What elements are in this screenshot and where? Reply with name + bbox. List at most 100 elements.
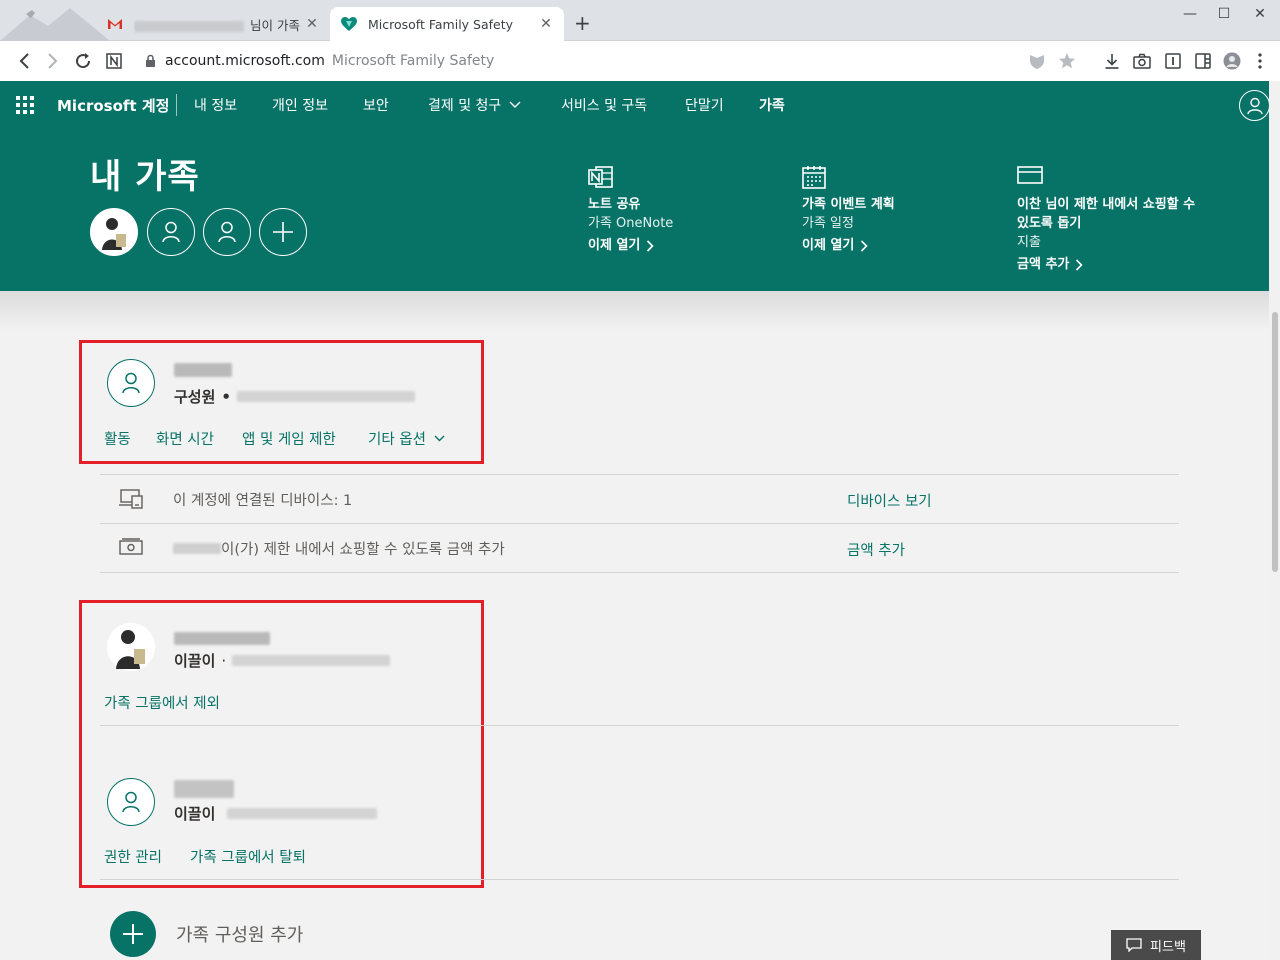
device-icon	[118, 488, 143, 510]
feature-open-link[interactable]: 이제 열기	[588, 236, 778, 255]
nav-payment-billing-label: 결제 및 청구	[428, 98, 502, 114]
person-icon	[1246, 97, 1263, 114]
minimize-button[interactable]: —	[1180, 6, 1200, 22]
camera-icon[interactable]	[1132, 51, 1152, 71]
member-role: 이끌이	[174, 803, 378, 824]
close-tab-icon[interactable]: ✕	[304, 16, 320, 32]
bookmark-star-icon[interactable]	[1057, 51, 1077, 71]
feature-family-events: 가족 이벤트 계획 가족 일정 이제 열기	[802, 165, 992, 255]
divider	[100, 572, 1179, 573]
person-icon	[122, 372, 140, 394]
close-window-button[interactable]: ✕	[1250, 6, 1270, 22]
scrollbar-thumb[interactable]	[1272, 312, 1278, 572]
add-member-circle-button[interactable]	[259, 208, 307, 256]
feedback-button[interactable]: 피드백	[1111, 930, 1201, 960]
member-photo-avatar[interactable]	[90, 208, 138, 256]
feedback-label: 피드백	[1150, 939, 1186, 955]
url-page-title: Microsoft Family Safety	[331, 53, 495, 69]
nav-divider	[176, 94, 177, 116]
back-button[interactable]	[14, 51, 34, 71]
nav-services-subscriptions[interactable]: 서비스 및 구독	[561, 95, 647, 115]
reload-button[interactable]	[73, 51, 93, 71]
download-icon[interactable]	[1102, 51, 1122, 71]
maximize-button[interactable]: ☐	[1214, 6, 1234, 22]
member-name-redacted	[174, 362, 232, 378]
onenote-icon	[588, 165, 778, 189]
feature-subtitle: 가족 OneNote	[588, 216, 674, 231]
more-options-dropdown[interactable]: 기타 옵션	[368, 428, 445, 449]
brand-title[interactable]: Microsoft 계정	[57, 95, 169, 116]
plus-icon	[273, 222, 293, 242]
member-name-redacted	[174, 630, 270, 646]
calendar-icon	[802, 165, 992, 189]
person-icon	[122, 791, 140, 813]
tab-title: Microsoft Family Safety	[368, 16, 514, 32]
screen-time-link[interactable]: 화면 시간	[156, 428, 214, 449]
feature-link-label: 이제 열기	[588, 238, 641, 253]
browser-menu-icon[interactable]	[1250, 51, 1270, 71]
notion-extension-icon[interactable]	[104, 51, 124, 71]
chevron-right-icon	[1076, 258, 1084, 271]
tab-title: 님이 가족	[250, 17, 300, 33]
app-game-limits-link[interactable]: 앱 및 게임 제한	[242, 428, 336, 449]
url-host: account.microsoft.com	[165, 53, 325, 69]
member-avatar	[107, 778, 155, 826]
leave-family-link[interactable]: 가족 그룹에서 탈퇴	[190, 846, 306, 867]
chevron-down-icon	[509, 101, 521, 108]
comment-icon	[1126, 938, 1142, 952]
tab-family-safety[interactable]: Microsoft Family Safety ✕	[330, 7, 564, 41]
profile-avatar[interactable]	[1222, 51, 1242, 71]
activity-link[interactable]: 활동	[104, 428, 131, 449]
manage-permissions-link[interactable]: 권한 관리	[104, 846, 162, 867]
remove-from-family-link[interactable]: 가족 그룹에서 제외	[104, 692, 220, 713]
view-devices-link[interactable]: 디바이스 보기	[847, 490, 932, 511]
divider	[100, 725, 1179, 726]
app-launcher-icon[interactable]	[16, 96, 34, 114]
nav-security[interactable]: 보안	[363, 95, 389, 115]
nav-my-info[interactable]: 내 정보	[194, 95, 237, 115]
more-options-label: 기타 옵션	[368, 432, 426, 448]
member-avatar[interactable]	[203, 208, 251, 256]
member-avatar[interactable]	[147, 208, 195, 256]
nav-privacy[interactable]: 개인 정보	[272, 95, 328, 115]
person-photo-icon	[94, 212, 134, 252]
person-icon	[162, 221, 180, 243]
nav-devices[interactable]: 단말기	[685, 95, 724, 115]
feature-subtitle: 가족 일정	[802, 216, 854, 231]
member-email-redacted	[237, 391, 415, 402]
account-avatar-button[interactable]	[1239, 90, 1270, 121]
gmail-icon	[106, 15, 124, 33]
tab-gmail[interactable]: 님이 가족 ✕	[96, 7, 330, 41]
add-family-member-label[interactable]: 가족 구성원 추가	[176, 921, 303, 947]
member-role-label: 구성원	[174, 388, 216, 406]
nav-family[interactable]: 가족	[759, 95, 785, 115]
new-tab-button[interactable]: +	[574, 13, 591, 33]
feature-shared-notes: 노트 공유 가족 OneNote 이제 열기	[588, 165, 778, 255]
close-tab-icon[interactable]: ✕	[538, 16, 554, 32]
money-icon	[118, 537, 143, 559]
banner-shadow	[0, 291, 1269, 331]
member-role: 구성원 •	[174, 386, 415, 407]
chevron-down-icon	[434, 435, 445, 442]
person-photo-icon	[107, 623, 155, 671]
family-hero-banner: Microsoft 계정 내 정보 개인 정보 보안 결제 및 청구 서비스 및…	[0, 81, 1270, 291]
member-email-redacted	[227, 808, 378, 819]
shield-extension-icon[interactable]	[1027, 51, 1047, 71]
reader-icon[interactable]	[1163, 51, 1183, 71]
feature-link-label: 금액 추가	[1017, 257, 1070, 272]
add-family-member-button[interactable]	[110, 911, 156, 957]
person-icon	[218, 221, 236, 243]
page-title: 내 가족	[90, 157, 200, 197]
address-bar[interactable]: account.microsoft.com Microsoft Family S…	[145, 50, 494, 72]
member-email-redacted	[232, 655, 391, 666]
add-money-link[interactable]: 금액 추가	[847, 539, 905, 560]
sidebar-icon[interactable]	[1193, 51, 1213, 71]
feature-add-money-link[interactable]: 금액 추가	[1017, 255, 1203, 274]
nav-payment-billing[interactable]: 결제 및 청구	[428, 95, 521, 115]
feature-open-link[interactable]: 이제 열기	[802, 236, 992, 255]
forward-button[interactable]	[43, 51, 63, 71]
feature-link-label: 이제 열기	[802, 238, 855, 253]
member-photo-avatar	[107, 623, 155, 671]
member-name-redacted	[173, 543, 221, 554]
browser-tab-strip: 님이 가족 ✕ Microsoft Family Safety ✕ + — ☐ …	[0, 0, 1280, 41]
